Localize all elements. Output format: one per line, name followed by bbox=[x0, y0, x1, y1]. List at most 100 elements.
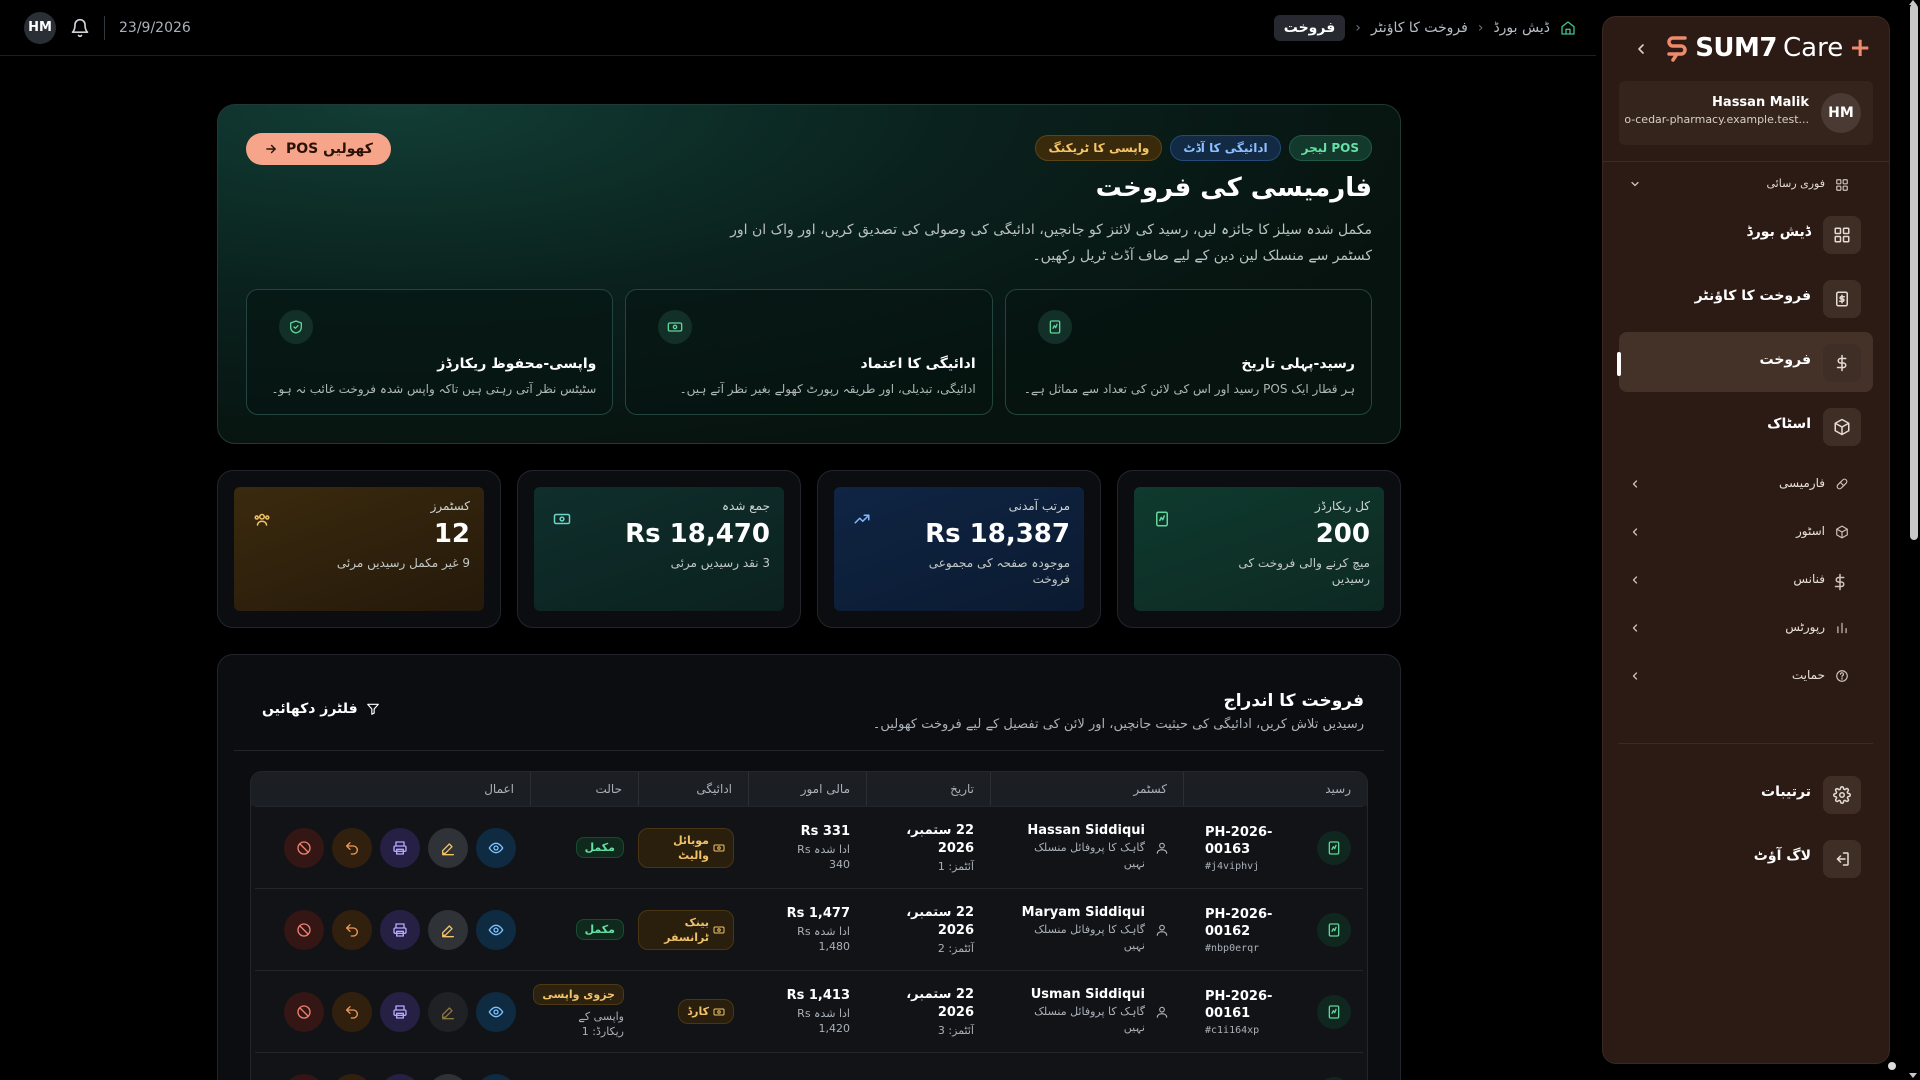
print-icon[interactable] bbox=[380, 909, 420, 950]
stat-body: مرتب آمدنی Rs 18,387 موجودہ صفحہ کی مجمو… bbox=[834, 487, 1084, 611]
void-icon[interactable] bbox=[284, 909, 324, 950]
chevron-left-icon[interactable] bbox=[1633, 41, 1649, 57]
main-content: POS کھولیں POS لیجر ادائیگی کا آڈٹ واپسی… bbox=[217, 104, 1401, 1080]
feature-text: ادائیگی، تبدیلی، اور طریقہ رپورٹ کھولے ب… bbox=[679, 382, 976, 396]
cell-receipt: PH-2026-00161 #c1i164xp bbox=[1183, 971, 1363, 1052]
void-icon[interactable] bbox=[284, 827, 324, 868]
customer-sub: گاہک کا پروفائل منسلک نہیں bbox=[1034, 923, 1145, 952]
stat-label: مرتب آمدنی bbox=[1008, 499, 1070, 513]
status-sub: واپسی کے ریکارڈ: 1 bbox=[578, 1010, 624, 1038]
sidebar-group-1[interactable]: اسٹور bbox=[1619, 508, 1873, 556]
table-row[interactable]: PH-2026-غیر رجسٹرڈ گاہک22 ستمبر،Rs 2,007… bbox=[255, 1052, 1363, 1080]
column-customer[interactable]: کسٹمر bbox=[990, 772, 1183, 806]
open-pos-button[interactable]: POS کھولیں bbox=[246, 133, 391, 165]
column-financials[interactable]: مالی امور bbox=[748, 772, 866, 806]
show-filters-button[interactable]: فلٹرز دکھائیں bbox=[262, 701, 380, 717]
logout-button[interactable]: لاگ آؤٹ bbox=[1619, 828, 1873, 888]
return-icon[interactable] bbox=[332, 827, 372, 868]
hero-chips: POS لیجر ادائیگی کا آڈٹ واپسی کا ٹریکنگ bbox=[1035, 135, 1372, 161]
table-row[interactable]: PH-2026-00162 #nbp0erqr Maryam Siddiqui گاہ… bbox=[255, 888, 1363, 970]
feature-card-receipt-history: رسید-پہلی تاریخ ہر قطار ایک POS رسید اور… bbox=[1004, 289, 1372, 415]
print-icon[interactable] bbox=[380, 991, 420, 1032]
cell-receipt: PH-2026-00163 #j4viphvj bbox=[1183, 807, 1363, 888]
receipt-icon bbox=[1317, 1076, 1351, 1080]
chevron-down-icon bbox=[1629, 178, 1641, 190]
void-icon[interactable] bbox=[284, 991, 324, 1032]
column-date[interactable]: تاریخ bbox=[866, 772, 990, 806]
chevron-left-icon bbox=[1629, 622, 1641, 634]
page-title: فارمیسی کی فروخت bbox=[1095, 173, 1372, 203]
stat-sub: موجودہ صفحہ کی مجموعی فروخت bbox=[928, 556, 1070, 586]
edit-icon[interactable] bbox=[428, 827, 468, 868]
scroll-down-arrow[interactable] bbox=[1909, 1073, 1917, 1078]
edit-icon[interactable] bbox=[428, 1073, 468, 1080]
view-icon[interactable] bbox=[476, 827, 516, 868]
avatar[interactable]: HM bbox=[24, 11, 56, 44]
sidebar-group-0[interactable]: فارمیسی bbox=[1619, 460, 1873, 508]
void-icon[interactable] bbox=[284, 1073, 324, 1080]
status-badge: مکمل bbox=[575, 919, 624, 940]
edit-icon[interactable] bbox=[428, 991, 468, 1032]
edit-icon[interactable] bbox=[428, 909, 468, 950]
feature-text: سٹیٹس نظر آتی رہتی ہیں تاکہ واپس شدہ فرو… bbox=[271, 382, 597, 396]
chip-return-tracking: واپسی کا ٹریکنگ bbox=[1035, 135, 1163, 161]
cell-status: جزوی واپسی bbox=[530, 1053, 638, 1080]
breadcrumb-sales: فروخت bbox=[1273, 14, 1346, 41]
scroll-thumb[interactable] bbox=[1910, 4, 1918, 540]
customer-sub: گاہک کا پروفائل منسلک نہیں bbox=[1034, 1005, 1145, 1034]
receipt-icon bbox=[1037, 310, 1072, 344]
quick-access-toggle[interactable]: فوری رسائی bbox=[1619, 162, 1873, 204]
view-icon[interactable] bbox=[476, 909, 516, 950]
settings-button[interactable]: ترتیبات bbox=[1619, 764, 1873, 824]
view-icon[interactable] bbox=[476, 1073, 516, 1080]
receipt-id[interactable]: PH-2026-00162 bbox=[1205, 906, 1305, 940]
print-icon[interactable] bbox=[380, 827, 420, 868]
sidebar-item-1[interactable]: فروخت کا کاؤنٹر bbox=[1619, 268, 1873, 328]
print-icon[interactable] bbox=[380, 1073, 420, 1080]
chevron-left-icon bbox=[1629, 526, 1641, 538]
brand-logo[interactable]: SUM7 Care + bbox=[1665, 33, 1871, 63]
cell-customer: Maryam Siddiqui گاہک کا پروفائل منسلک نہی… bbox=[990, 889, 1183, 970]
stat-cards: کل ریکارڈز 200 میچ کرنے والی فروخت کی رس… bbox=[217, 470, 1401, 628]
payment-badge: کارڈ bbox=[678, 999, 734, 1024]
column-receipt[interactable]: رسید bbox=[1183, 772, 1367, 806]
view-icon[interactable] bbox=[476, 991, 516, 1032]
receipt-id[interactable]: PH-2026-00161 bbox=[1205, 988, 1305, 1022]
chevron-left-icon: ‹ bbox=[1477, 19, 1484, 36]
stat-value: 12 bbox=[433, 519, 470, 549]
sidebar-group-2[interactable]: فنانس bbox=[1619, 556, 1873, 604]
cell-payment bbox=[638, 1053, 748, 1080]
table-row[interactable]: PH-2026-00161 #c1i164xp Usman Siddiqui گاہک… bbox=[255, 970, 1363, 1052]
amount-paid: ادا شدہ Rs 1,420 bbox=[797, 1006, 850, 1035]
cell-customer: غیر رجسٹرڈ گاہک bbox=[990, 1053, 1183, 1080]
return-icon[interactable] bbox=[332, 1073, 372, 1080]
grid-icon bbox=[1823, 216, 1861, 254]
receipt-id[interactable]: PH-2026-00163 bbox=[1205, 824, 1305, 858]
table-header: رسید کسٹمر تاریخ مالی امور ادائیگی حالت … bbox=[251, 772, 1367, 806]
user-card[interactable]: HM Hassan Malik o-cedar-pharmacy.example… bbox=[1619, 81, 1873, 145]
breadcrumb-dashboard[interactable]: ڈیش بورڈ bbox=[1493, 20, 1550, 36]
box-icon bbox=[1823, 408, 1861, 446]
sidebar-group-4[interactable]: حمایت bbox=[1619, 652, 1873, 700]
column-status[interactable]: حالت bbox=[530, 772, 638, 806]
return-icon[interactable] bbox=[332, 909, 372, 950]
dollar-icon bbox=[1834, 573, 1849, 591]
sidebar-group-3[interactable]: رپورٹس bbox=[1619, 604, 1873, 652]
home-icon[interactable] bbox=[1560, 20, 1576, 36]
bell-icon[interactable] bbox=[70, 18, 90, 38]
sidebar-item-2[interactable]: فروخت bbox=[1617, 332, 1873, 392]
filter-label: فلٹرز دکھائیں bbox=[262, 701, 358, 717]
table-row[interactable]: PH-2026-00163 #j4viphvj Hassan Siddiqui گاہ… bbox=[255, 806, 1363, 888]
user-email: o-cedar-pharmacy.example.test... bbox=[1624, 113, 1809, 126]
column-payment[interactable]: ادائیگی bbox=[638, 772, 748, 806]
sidebar-item-0[interactable]: ڈیش بورڈ bbox=[1619, 204, 1873, 264]
item-count: آئٹمز: 3 bbox=[937, 1024, 974, 1037]
sidebar-item-label: ڈیش بورڈ bbox=[1746, 224, 1811, 240]
payment-method: بینک ٹرانسفر bbox=[664, 915, 709, 944]
chip-payment-audit: ادائیگی کا آڈٹ bbox=[1170, 135, 1281, 161]
scrollbar[interactable] bbox=[1908, 0, 1918, 1080]
return-icon[interactable] bbox=[332, 991, 372, 1032]
breadcrumb-sales-counter[interactable]: فروخت کا کاؤنٹر bbox=[1371, 20, 1468, 36]
sidebar-item-3[interactable]: اسٹاک bbox=[1619, 396, 1873, 456]
stat-sub: میچ کرنے والی فروخت کی رسیدیں bbox=[1238, 556, 1370, 586]
